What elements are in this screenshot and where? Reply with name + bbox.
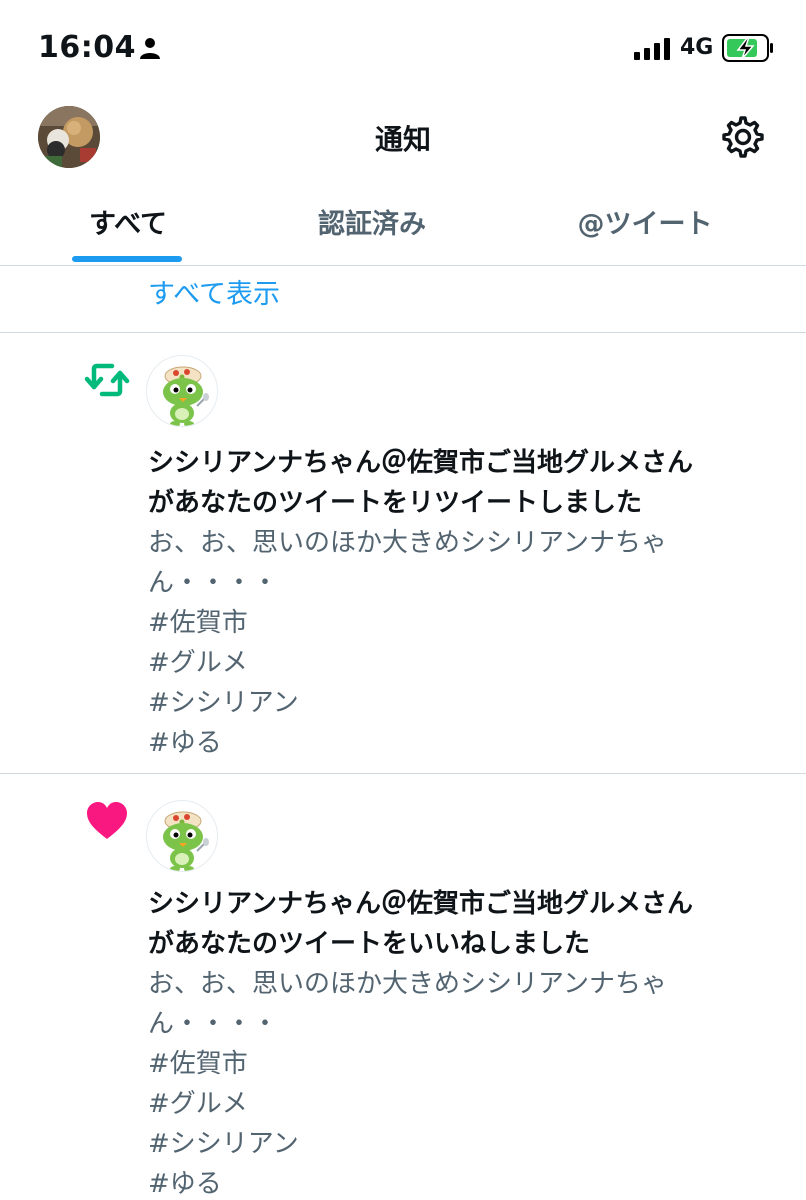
notification-body: シシリアンナちゃん＠佐賀市ご当地グルメさん があなたのツイートをいいねしました … — [148, 884, 788, 1200]
signal-icon — [634, 38, 670, 60]
tweet-text-line: ん・・・・ — [148, 1009, 279, 1039]
headline-line: シシリアンナちゃん＠佐賀市ご当地グルメさん — [148, 448, 693, 478]
hashtag[interactable]: #ゆる — [148, 1164, 788, 1200]
tab-verified[interactable]: 認証済み — [302, 202, 442, 262]
status-bar: 16:04 4G — [0, 0, 806, 96]
tweet-text-line: お、お、思いのほか大きめシシリアンナちゃ — [148, 528, 667, 558]
tweet-text-line: ん・・・・ — [148, 568, 279, 598]
status-time: 16:04 — [38, 30, 136, 65]
tweet-text: お、お、思いのほか大きめシシリアンナちゃ ん・・・・ #佐賀市 #グルメ #シシ… — [148, 523, 788, 763]
hashtag[interactable]: #シシリアン — [148, 683, 788, 723]
headline-line: があなたのツイートをリツイートしました — [148, 488, 643, 518]
hashtag[interactable]: #グルメ — [148, 643, 788, 683]
notification-tabs: すべて 認証済み @ツイート — [0, 190, 806, 266]
notification-headline: シシリアンナちゃん＠佐賀市ご当地グルメさん があなたのツイートをリツイートしまし… — [148, 443, 788, 523]
show-all-link[interactable]: すべて表示 — [148, 272, 280, 311]
headline-line: シシリアンナちゃん＠佐賀市ご当地グルメさん — [148, 889, 693, 919]
notification-body: シシリアンナちゃん＠佐賀市ご当地グルメさん があなたのツイートをリツイートしまし… — [148, 443, 788, 763]
notification-item[interactable]: シシリアンナちゃん＠佐賀市ご当地グルメさん があなたのツイートをリツイートしまし… — [0, 333, 806, 773]
tab-all[interactable]: すべて — [72, 202, 184, 262]
tweet-text-line: お、お、思いのほか大きめシシリアンナちゃ — [148, 969, 667, 999]
network-label: 4G — [680, 35, 714, 60]
settings-gear-icon[interactable] — [722, 116, 764, 158]
mascot-avatar — [163, 811, 209, 871]
notification-headline: シシリアンナちゃん＠佐賀市ご当地グルメさん があなたのツイートをいいねしました — [148, 884, 788, 964]
notification-item[interactable]: シシリアンナちゃん＠佐賀市ご当地グルメさん があなたのツイートをいいねしました … — [0, 774, 806, 1200]
hashtag[interactable]: #ゆる — [148, 723, 788, 763]
tweet-text: お、お、思いのほか大きめシシリアンナちゃ ん・・・・ #佐賀市 #グルメ #シシ… — [148, 964, 788, 1200]
hashtag[interactable]: #グルメ — [148, 1084, 788, 1124]
headline-line: があなたのツイートをいいねしました — [148, 929, 591, 959]
active-tab-indicator — [72, 256, 182, 262]
battery-charging-icon — [722, 34, 773, 62]
retweet-icon — [84, 363, 130, 397]
page-title: 通知 — [374, 123, 431, 156]
heart-icon — [87, 802, 127, 839]
notification-avatar[interactable] — [146, 800, 218, 872]
tab-mentions[interactable]: @ツイート — [560, 202, 730, 262]
hashtag[interactable]: #佐賀市 — [148, 1044, 788, 1084]
notification-avatar[interactable] — [146, 355, 218, 427]
hashtag[interactable]: #シシリアン — [148, 1124, 788, 1164]
hashtag[interactable]: #佐賀市 — [148, 603, 788, 643]
mascot-avatar — [163, 366, 209, 426]
person-icon — [140, 38, 160, 59]
